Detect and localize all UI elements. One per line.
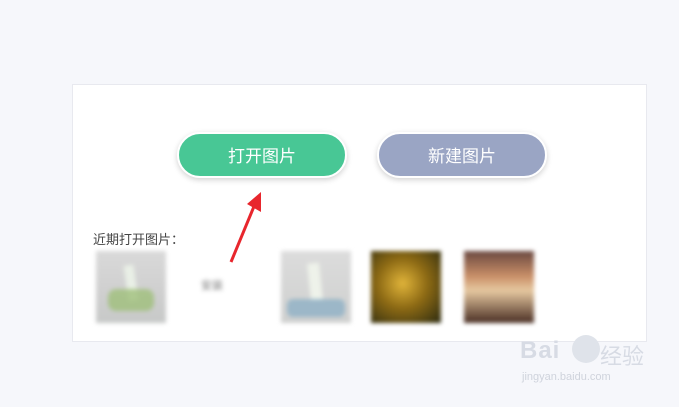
- start-panel: 打开图片 新建图片 近期打开图片： 安装: [72, 84, 647, 342]
- new-image-button[interactable]: 新建图片: [377, 132, 547, 178]
- recent-thumbnail-4[interactable]: [371, 251, 441, 323]
- watermark-url: jingyan.baidu.com: [522, 371, 611, 383]
- open-image-button[interactable]: 打开图片: [177, 132, 347, 178]
- watermark-suffix: 经验: [600, 345, 645, 370]
- recent-thumbnail-5[interactable]: [464, 251, 534, 323]
- recent-thumbnail-1[interactable]: [96, 251, 166, 323]
- paw-logo-icon: [572, 335, 600, 363]
- watermark-brand: Bai: [520, 337, 561, 364]
- recent-thumbnail-2-text: 安装: [201, 279, 223, 292]
- recent-images-label: 近期打开图片：: [93, 233, 185, 248]
- red-arrow-annotation: [229, 192, 261, 263]
- recent-thumbnail-3[interactable]: [281, 251, 351, 323]
- watermark: Bai 经验 jingyan.baidu.com: [518, 333, 668, 389]
